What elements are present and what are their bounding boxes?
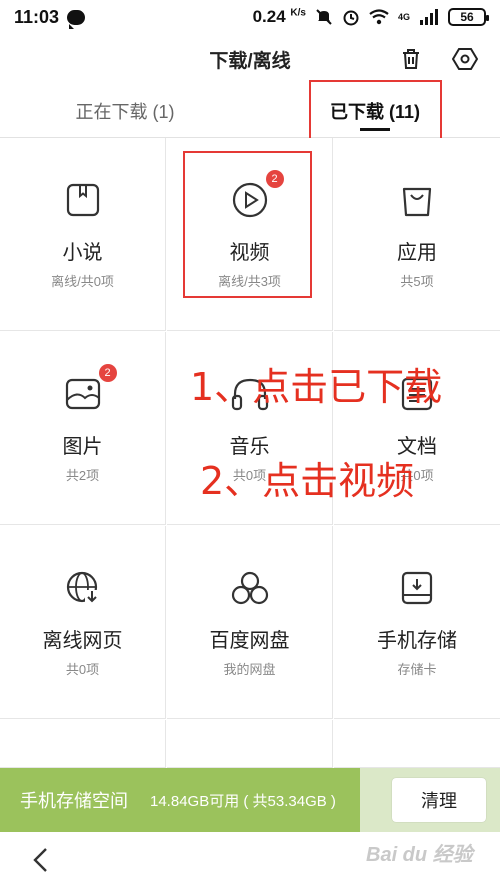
shopping-bag-icon [397,180,437,220]
category-title: 手机存储 [377,630,457,652]
video-annotation-box [183,151,312,298]
category-title: 小说 [62,242,103,264]
book-icon [63,180,103,220]
app-header: 下载/离线 [0,34,500,84]
image-icon: 2 [63,364,117,414]
tab-downloading[interactable]: 正在下载 (1) [0,84,250,137]
category-subtitle: 共5项 [400,274,434,289]
storage-detail: 14.84GB可用 ( 共53.34GB ) [150,792,336,810]
annotation-step-2: 2、点击视频 [200,459,415,503]
back-arrow-icon[interactable] [26,846,54,874]
category-empty-slot [167,720,333,768]
category-images[interactable]: 2 图片 共2项 [0,332,166,525]
storage-icon [397,568,437,608]
category-baidu-netdisk[interactable]: 百度网盘 我的网盘 [167,526,333,719]
cloud-disk-icon [230,568,270,608]
wifi-icon [369,9,389,25]
trash-icon[interactable] [396,44,426,74]
page-title: 下载/离线 [209,50,291,72]
category-subtitle: 存储卡 [397,662,437,677]
category-subtitle: 共0项 [65,662,100,677]
network-speed: 0.24 K/s [252,7,306,26]
clean-button[interactable]: 清理 [392,778,486,822]
annotation-step-1: 1、点击已下载 [190,365,443,409]
mute-icon [316,9,332,25]
category-empty-slot [0,720,166,768]
status-bar: 11:03 0.24 K/s 4G 56 [0,0,500,34]
category-empty-slot [334,720,500,768]
status-time: 11:03 [14,6,60,27]
globe-download-icon [63,568,103,608]
alarm-icon [343,10,359,26]
category-apps[interactable]: 应用 共5项 [334,138,500,331]
category-title: 图片 [62,436,103,458]
battery-icon: 56 [448,8,489,26]
images-badge: 2 [98,364,117,382]
watermark: Bai du 经验 [366,844,473,866]
category-offline-pages[interactable]: 离线网页 共0项 [0,526,166,719]
hexagon-settings-icon[interactable] [450,44,480,74]
chat-notification-icon [67,9,86,29]
category-subtitle: 我的网盘 [223,662,276,677]
network-type: 4G [397,12,410,22]
category-subtitle: 离线/共0项 [51,274,114,289]
category-phone-storage[interactable]: 手机存储 存储卡 [334,526,500,719]
category-title: 百度网盘 [209,630,290,652]
downloaded-tab-annotation-box [309,80,442,141]
category-subtitle: 共2项 [65,468,100,483]
storage-title: 手机存储空间 [20,791,128,811]
category-novel[interactable]: 小说 离线/共0项 [0,138,166,331]
signal-icon [420,9,438,25]
category-title: 应用 [397,242,437,264]
category-title: 离线网页 [42,630,123,652]
storage-bar: 手机存储空间 14.84GB可用 ( 共53.34GB ) 清理 [0,768,500,832]
